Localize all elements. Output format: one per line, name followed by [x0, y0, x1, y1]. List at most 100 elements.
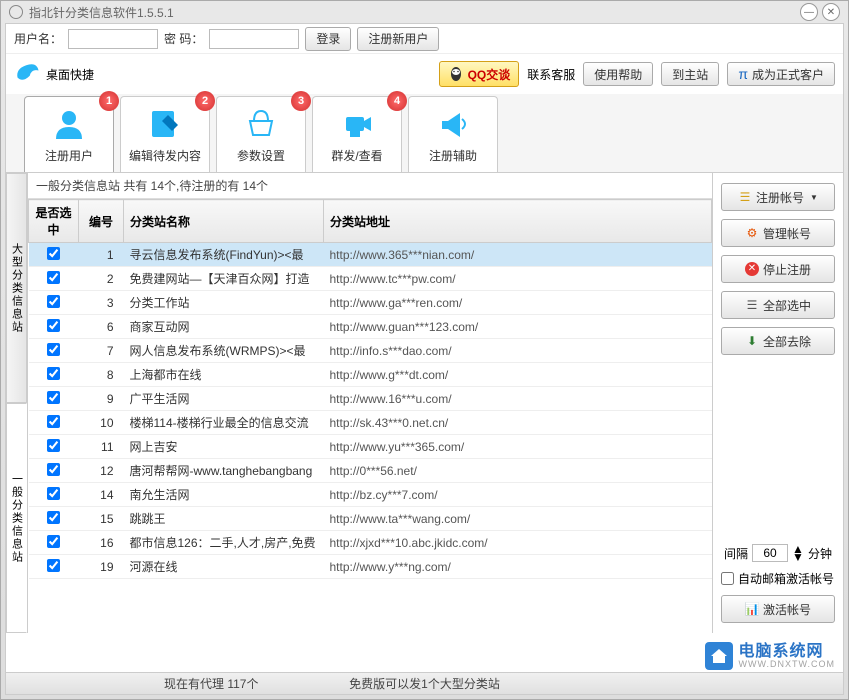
nav-tab-send-view[interactable]: 4 群发/查看: [312, 96, 402, 172]
qq-contact-button[interactable]: QQ交谈: [439, 61, 520, 87]
row-url: http://www.16***u.com/: [324, 387, 712, 411]
row-name: 分类工作站: [124, 291, 324, 315]
desktop-shortcut-button[interactable]: 桌面快捷: [14, 60, 94, 88]
register-user-button[interactable]: 注册新用户: [357, 27, 439, 51]
status-left: 现在有代理 117个: [164, 675, 258, 692]
table-row[interactable]: 9广平生活网http://www.16***u.com/: [29, 387, 712, 411]
header-url[interactable]: 分类站地址: [324, 200, 712, 243]
close-button[interactable]: ✕: [822, 3, 840, 21]
row-num: 15: [79, 507, 124, 531]
row-name: 网上吉安: [124, 435, 324, 459]
table-row[interactable]: 19河源在线http://www.y***ng.com/: [29, 555, 712, 579]
row-checkbox[interactable]: [47, 247, 60, 260]
row-num: 10: [79, 411, 124, 435]
select-all-icon: ☰: [745, 298, 759, 312]
manage-icon: ⚙: [745, 226, 759, 240]
table-caption: 一般分类信息站 共有 14个,待注册的有 14个: [28, 173, 712, 199]
row-checkbox[interactable]: [47, 391, 60, 404]
row-num: 19: [79, 555, 124, 579]
row-num: 9: [79, 387, 124, 411]
table-row[interactable]: 1寻云信息发布系统(FindYun)><最http://www.365***ni…: [29, 243, 712, 267]
row-url: http://www.yu***365.com/: [324, 435, 712, 459]
activate-account-button[interactable]: 📊 激活帐号: [721, 595, 835, 623]
become-client-button[interactable]: π成为正式客户: [727, 62, 835, 86]
user-icon: [50, 105, 88, 143]
help-button[interactable]: 使用帮助: [583, 62, 653, 86]
row-name: 唐河帮帮网-www.tanghebangbang: [124, 459, 324, 483]
auto-email-label: 自动邮箱激活帐号: [738, 570, 834, 587]
header-name[interactable]: 分类站名称: [124, 200, 324, 243]
main-site-button[interactable]: 到主站: [661, 62, 719, 86]
row-url: http://www.365***nian.com/: [324, 243, 712, 267]
row-name: 免费建网站—【天津百众网】打造: [124, 267, 324, 291]
username-input[interactable]: [68, 29, 158, 49]
interval-label: 间隔: [724, 545, 748, 562]
row-name: 楼梯114-楼梯行业最全的信息交流: [124, 411, 324, 435]
camera-icon: [338, 105, 376, 143]
nav-tab-edit-content[interactable]: 2 编辑待发内容: [120, 96, 210, 172]
row-url: http://info.s***dao.com/: [324, 339, 712, 363]
table-row[interactable]: 8上海都市在线http://www.g***dt.com/: [29, 363, 712, 387]
row-checkbox[interactable]: [47, 367, 60, 380]
row-checkbox[interactable]: [47, 295, 60, 308]
side-tab-general-sites[interactable]: 一般分类信息站: [6, 403, 27, 633]
row-url: http://www.g***dt.com/: [324, 363, 712, 387]
table-scroll[interactable]: 是否选中 编号 分类站名称 分类站地址 1寻云信息发布系统(FindYun)><…: [28, 199, 712, 633]
row-checkbox[interactable]: [47, 463, 60, 476]
row-url: http://www.ta***wang.com/: [324, 507, 712, 531]
toolbar: 桌面快捷 QQ交谈 联系客服 使用帮助 到主站 π成为正式客户: [6, 54, 843, 94]
row-checkbox[interactable]: [47, 511, 60, 524]
remove-all-button[interactable]: ⬇ 全部去除: [721, 327, 835, 355]
interval-row: 间隔 ▲▼ 分钟: [721, 544, 835, 562]
password-input[interactable]: [209, 29, 299, 49]
row-checkbox[interactable]: [47, 319, 60, 332]
header-num[interactable]: 编号: [79, 200, 124, 243]
auto-email-checkbox[interactable]: [721, 572, 734, 585]
row-num: 16: [79, 531, 124, 555]
table-row[interactable]: 7网人信息发布系统(WRMPS)><最http://info.s***dao.c…: [29, 339, 712, 363]
nav-tab-register-user[interactable]: 1 注册用户: [24, 96, 114, 172]
minimize-button[interactable]: —: [800, 3, 818, 21]
edit-icon: [146, 105, 184, 143]
row-url: http://www.tc***pw.com/: [324, 267, 712, 291]
nav-tab-params[interactable]: 3 参数设置: [216, 96, 306, 172]
register-account-button[interactable]: ☰ 注册帐号 ▼: [721, 183, 835, 211]
interval-spinner[interactable]: ▲▼: [792, 545, 804, 561]
table-row[interactable]: 16都市信息126：二手,人才,房产,免费http://xjxd***10.ab…: [29, 531, 712, 555]
interval-input[interactable]: [752, 544, 788, 562]
nav-tab-register-assist[interactable]: 注册辅助: [408, 96, 498, 172]
table-row[interactable]: 14南允生活网http://bz.cy***7.com/: [29, 483, 712, 507]
table-row[interactable]: 3分类工作站http://www.ga***ren.com/: [29, 291, 712, 315]
table-row[interactable]: 2免费建网站—【天津百众网】打造http://www.tc***pw.com/: [29, 267, 712, 291]
header-check[interactable]: 是否选中: [29, 200, 79, 243]
row-checkbox[interactable]: [47, 343, 60, 356]
row-checkbox[interactable]: [47, 487, 60, 500]
table-row[interactable]: 15跳跳王http://www.ta***wang.com/: [29, 507, 712, 531]
table-row[interactable]: 10楼梯114-楼梯行业最全的信息交流http://sk.43***0.net.…: [29, 411, 712, 435]
manage-account-button[interactable]: ⚙ 管理帐号: [721, 219, 835, 247]
right-panel: ☰ 注册帐号 ▼ ⚙ 管理帐号 ✕ 停止注册 ☰ 全部选中 ⬇: [713, 173, 843, 633]
row-name: 都市信息126：二手,人才,房产,免费: [124, 531, 324, 555]
row-checkbox[interactable]: [47, 415, 60, 428]
login-button[interactable]: 登录: [305, 27, 351, 51]
table-row[interactable]: 11网上吉安http://www.yu***365.com/: [29, 435, 712, 459]
select-all-button[interactable]: ☰ 全部选中: [721, 291, 835, 319]
row-checkbox[interactable]: [47, 271, 60, 284]
watermark-sub: WWW.DNXTW.COM: [739, 660, 835, 669]
basket-icon: [242, 105, 280, 143]
row-url: http://www.y***ng.com/: [324, 555, 712, 579]
stop-register-button[interactable]: ✕ 停止注册: [721, 255, 835, 283]
row-checkbox[interactable]: [47, 559, 60, 572]
row-checkbox[interactable]: [47, 535, 60, 548]
auto-email-row: 自动邮箱激活帐号: [721, 570, 835, 587]
status-bar: 现在有代理 117个 免费版可以发1个大型分类站: [6, 672, 843, 694]
row-url: http://sk.43***0.net.cn/: [324, 411, 712, 435]
table-row[interactable]: 12唐河帮帮网-www.tanghebangbanghttp://0***56.…: [29, 459, 712, 483]
row-checkbox[interactable]: [47, 439, 60, 452]
table-row[interactable]: 6商家互动网http://www.guan***123.com/: [29, 315, 712, 339]
side-tab-large-sites[interactable]: 大型分类信息站: [6, 173, 27, 403]
row-name: 南允生活网: [124, 483, 324, 507]
interval-unit: 分钟: [808, 545, 832, 562]
nav-tabs: 1 注册用户 2 编辑待发内容 3 参数设置 4 群发/查看 注册辅助: [6, 94, 843, 173]
megaphone-icon: [434, 105, 472, 143]
